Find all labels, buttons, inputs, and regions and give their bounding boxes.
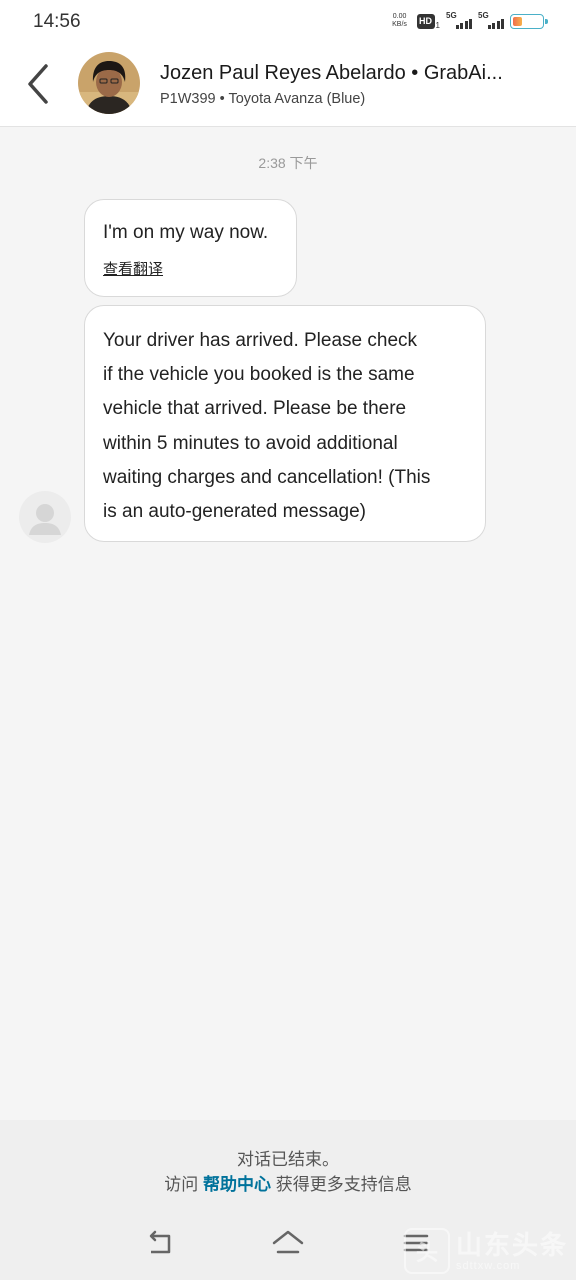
status-bar: 14:56 0.00 KB/s HD 1 5G 5G xyxy=(0,0,576,44)
network-speed: 0.00 KB/s xyxy=(389,13,411,29)
help-prefix: 访问 xyxy=(164,1175,199,1194)
home-icon xyxy=(272,1230,304,1254)
conversation-footer: 对话已结束。 访问 帮助中心 获得更多支持信息 头 山东头条 sdttxw.co… xyxy=(0,1120,576,1280)
driver-photo-icon xyxy=(78,52,140,114)
message-timestamp: 2:38 下午 xyxy=(258,155,318,171)
sender-avatar xyxy=(19,491,71,543)
help-suffix: 获得更多支持信息 xyxy=(275,1175,412,1194)
signal-icon-2: 5G xyxy=(478,11,504,31)
user-placeholder-icon xyxy=(29,504,61,535)
help-line: 访问 帮助中心 获得更多支持信息 xyxy=(0,1170,576,1195)
status-icons: 0.00 KB/s HD 1 5G 5G xyxy=(389,10,548,32)
help-center-link[interactable]: 帮助中心 xyxy=(203,1175,271,1194)
watermark-logo: 头 山东头条 sdttxw.com xyxy=(403,1228,568,1274)
vehicle-info: P1W399 • Toyota Avanza (Blue) xyxy=(160,91,366,107)
message-bubble: I'm on my way now. 查看翻译 xyxy=(84,199,297,297)
network-speed-value: 0.00 xyxy=(392,13,407,20)
message-line: is an auto-generated message) xyxy=(103,501,366,523)
battery-icon xyxy=(510,13,548,29)
status-time: 14:56 xyxy=(33,11,81,32)
watermark-icon: 头 xyxy=(403,1228,450,1274)
hd-icon: HD xyxy=(416,13,435,29)
message-line: Your driver has arrived. Please check xyxy=(103,330,418,351)
message-bubble: Your driver has arrived. Please check if… xyxy=(84,305,486,542)
nav-home-button[interactable] xyxy=(270,1228,306,1258)
driver-name: Jozen Paul Reyes Abelardo • GrabAi... xyxy=(160,62,503,84)
message-text: Your driver has arrived. Please check if… xyxy=(103,324,465,529)
back-button[interactable] xyxy=(22,62,58,106)
chat-header: Jozen Paul Reyes Abelardo • GrabAi... P1… xyxy=(0,44,576,127)
conversation-ended-text: 对话已结束。 xyxy=(237,1150,339,1169)
message-line: waiting charges and cancellation! (This xyxy=(103,466,431,488)
message-text: I'm on my way now. xyxy=(103,222,269,243)
message-line: vehicle that arrived. Please be there xyxy=(103,398,407,420)
nav-back-button[interactable] xyxy=(142,1228,178,1258)
hd-sub-label: 1 xyxy=(435,20,440,30)
network-speed-unit: KB/s xyxy=(392,21,407,28)
chevron-left-icon xyxy=(28,64,48,104)
message-line: within 5 minutes to avoid additional xyxy=(103,432,398,454)
return-icon xyxy=(149,1230,171,1254)
message-line: if the vehicle you booked is the same xyxy=(103,364,415,386)
translate-link[interactable]: 查看翻译 xyxy=(103,258,163,279)
signal-icon-1: 5G xyxy=(446,11,472,31)
driver-avatar[interactable] xyxy=(78,52,140,114)
